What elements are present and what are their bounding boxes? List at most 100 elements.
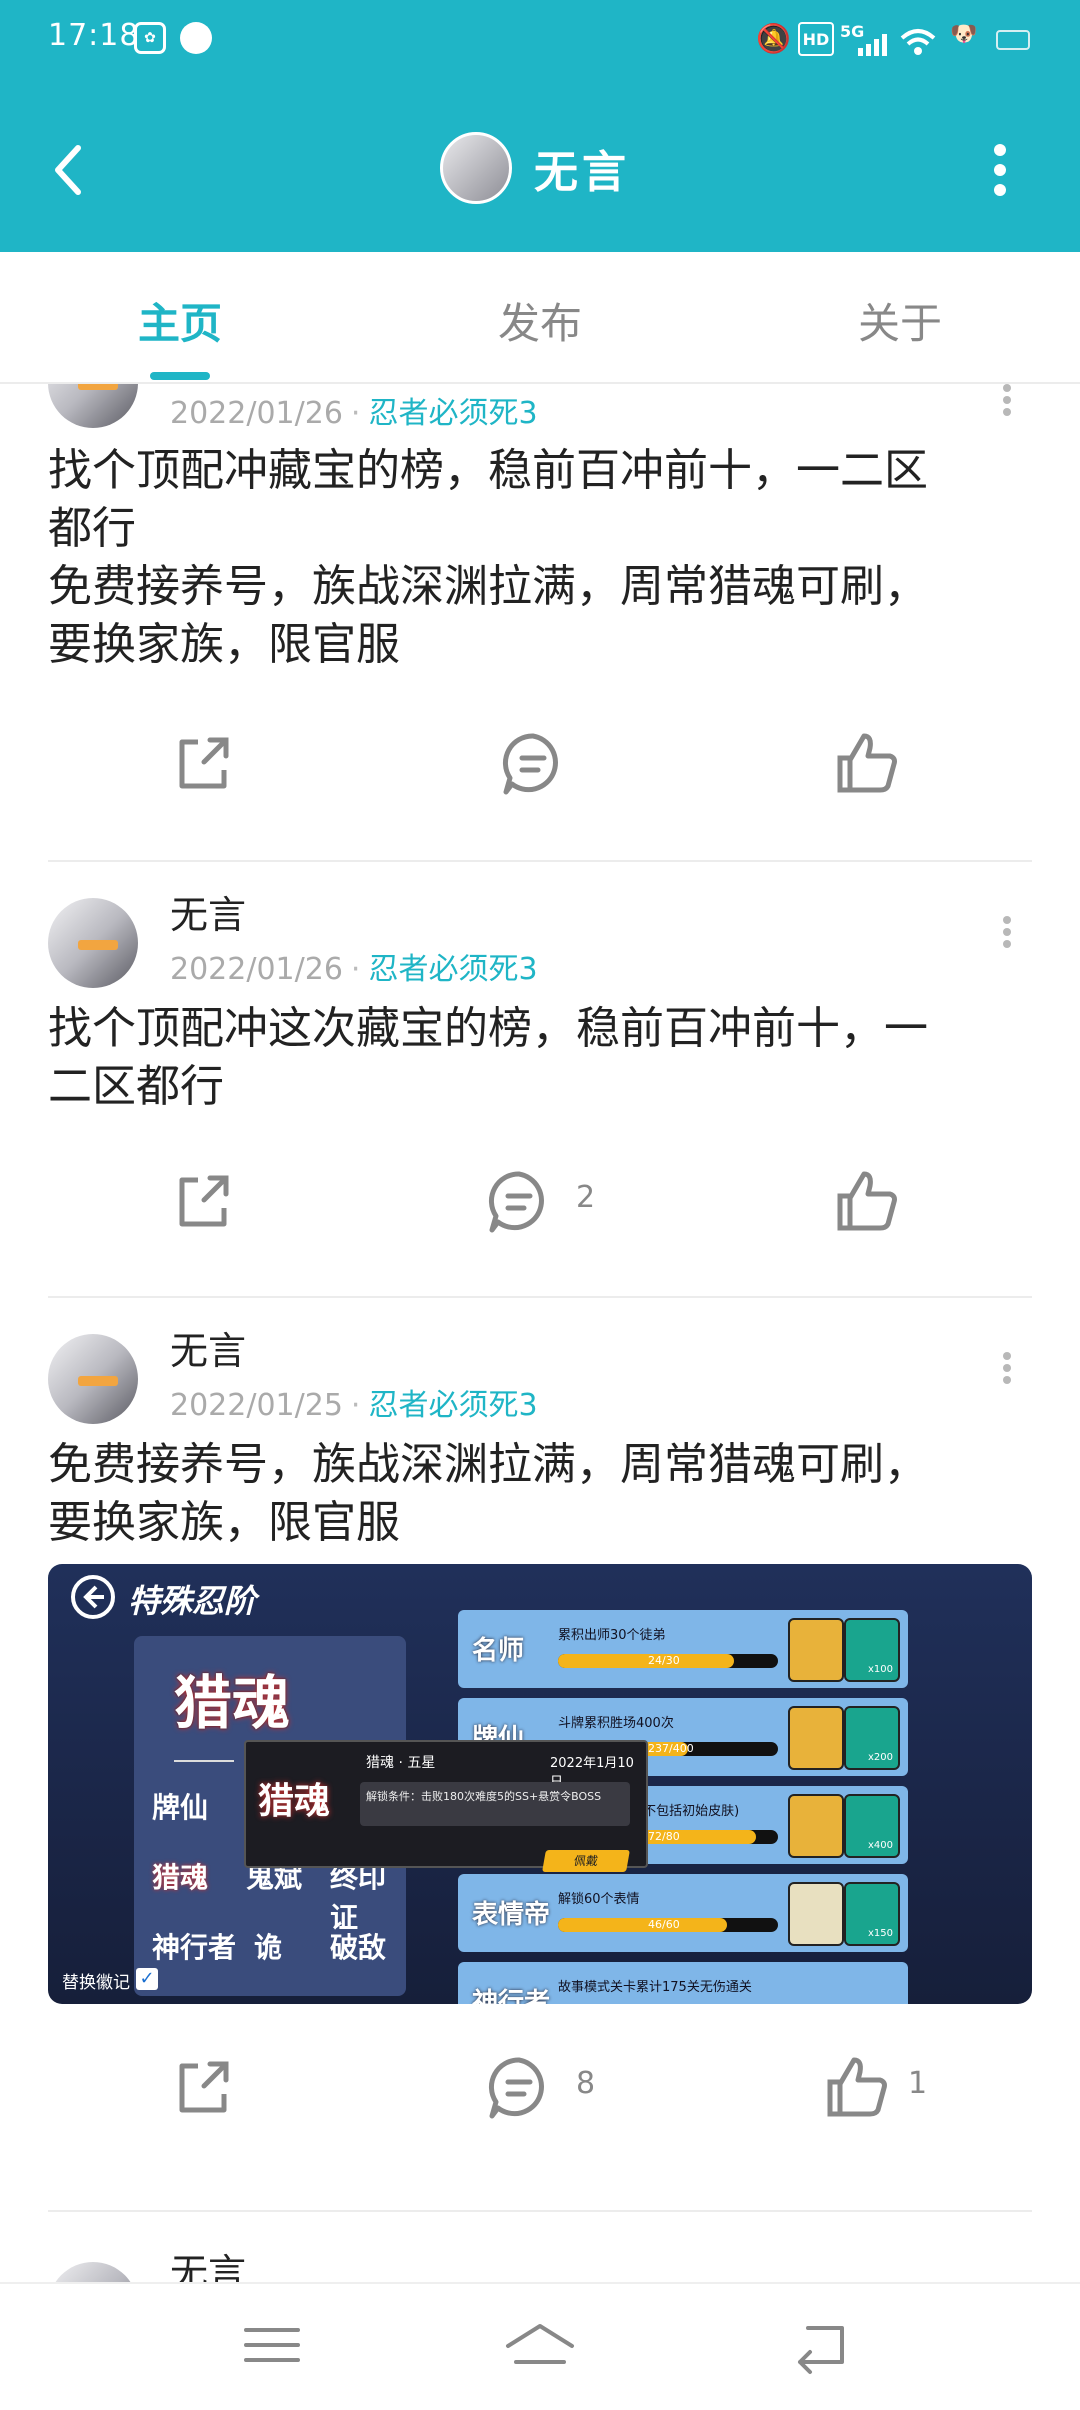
task-badge: 名师: [472, 1636, 525, 1666]
big-badge: 猎魂: [174, 1669, 291, 1737]
task-progress-text: 24/30: [648, 1654, 680, 1667]
chat-app-icon: [180, 22, 212, 54]
app-header: 17:18 ✿ 🔕 HD 5G 🐶 无言: [0, 0, 1080, 252]
tab-posts[interactable]: 发布: [440, 290, 640, 351]
post-text[interactable]: 找个顶配冲这次藏宝的榜，稳前百冲前十，一 二区都行: [48, 1000, 1038, 1116]
return-icon[interactable]: [784, 2310, 864, 2380]
avatar[interactable]: [48, 898, 138, 988]
post-divider: [48, 860, 1032, 862]
share-icon[interactable]: [168, 728, 238, 798]
post-meta: 2022/01/26 · 忍者必须死3: [170, 396, 538, 431]
title-bar: 无言: [0, 110, 1080, 230]
share-icon[interactable]: [168, 2052, 238, 2122]
task-row: 神行者 故事模式关卡累计175关无伤通关: [458, 1962, 908, 2004]
tab-home[interactable]: 主页: [80, 290, 280, 351]
battery-icon: [996, 30, 1030, 50]
task-desc: (不包括初始皮肤): [638, 1804, 740, 1819]
system-nav-bar: [0, 2282, 1080, 2410]
post-text[interactable]: 找个顶配冲藏宝的榜，稳前百冲前十，一二区 都行 免费接养号，族战深渊拉满，周常猎…: [48, 442, 1038, 674]
comment-count: 8: [576, 2066, 596, 2101]
scroll-reward-icon: [788, 1882, 844, 1946]
task-progress-text: 237/400: [648, 1742, 694, 1755]
badge-item: 神行者: [152, 1931, 237, 1964]
status-time: 17:18: [48, 18, 140, 53]
post-date: 2022/01/25: [170, 1388, 343, 1423]
app-notification-icon: ✿: [134, 22, 166, 54]
post-username[interactable]: 无言: [170, 884, 246, 939]
home-icon[interactable]: [500, 2310, 580, 2380]
badge-item: 诡: [254, 1931, 283, 1964]
post-actions: [0, 718, 1080, 808]
replace-badge-label: 替换徽记: [62, 1973, 130, 1993]
reward-count: x200: [868, 1752, 894, 1763]
comment-icon[interactable]: [498, 728, 568, 798]
post-divider: [48, 2210, 1032, 2212]
task-row: 名师 累积出师30个徒弟 24/30 x100: [458, 1610, 908, 1688]
post-meta: 2022/01/26 · 忍者必须死3: [170, 952, 538, 987]
tab-bar: 主页 发布 关于: [0, 252, 1080, 384]
game-back-icon: [71, 1575, 115, 1619]
sticker-icon: 🐶: [950, 22, 978, 47]
avatar[interactable]: [48, 1334, 138, 1424]
active-tab-indicator: [150, 372, 210, 380]
post-divider: [48, 1296, 1032, 1298]
task-desc: 斗牌累积胜场400次: [558, 1716, 674, 1731]
like-icon[interactable]: [822, 2052, 892, 2122]
badge-item: 牌仙: [152, 1791, 209, 1824]
more-vertical-icon[interactable]: [968, 138, 1032, 202]
post-actions: 8 1: [0, 2042, 1080, 2132]
back-arrow-icon[interactable]: [40, 138, 104, 202]
post-image[interactable]: 特殊忍阶 猎魂 牌仙 猎魂 鬼斌 终印证 神行者 诡 破敌 名师 累积出师30个…: [48, 1564, 1032, 2004]
hd-icon: HD: [798, 22, 834, 56]
task-row: 表情帝 解锁60个表情 46/60 x150: [458, 1874, 908, 1952]
post-date: 2022/01/26: [170, 952, 343, 987]
badge-popup: 猎魂 猎魂 · 五星 2022年1月10日 解锁条件：击败180次难度5的SS+…: [244, 1740, 648, 1868]
avatar[interactable]: [440, 132, 512, 204]
popup-badge: 猎魂: [258, 1781, 331, 1822]
popup-condition: 解锁条件：击败180次难度5的SS+悬赏令BOSS: [366, 1790, 602, 1803]
task-progress-text: 46/60: [648, 1918, 680, 1931]
scroll-reward-icon: [788, 1618, 844, 1682]
comment-icon[interactable]: [484, 1166, 554, 1236]
scroll-reward-icon: [788, 1794, 844, 1858]
menu-lines-icon[interactable]: [232, 2310, 312, 2380]
task-desc: 解锁60个表情: [558, 1892, 640, 1907]
tab-about[interactable]: 关于: [800, 290, 1000, 351]
task-badge: 表情帝: [472, 1900, 551, 1930]
post-username[interactable]: 无言: [170, 2242, 246, 2284]
post-actions: 2: [0, 1156, 1080, 1246]
post-meta: 2022/01/25 · 忍者必须死3: [170, 1388, 538, 1423]
post-text[interactable]: 免费接养号，族战深渊拉满，周常猎魂可刷， 要换家族，限官服: [48, 1436, 1038, 1552]
share-icon[interactable]: [168, 1166, 238, 1236]
game-header-title: 特殊忍阶: [128, 1582, 257, 1620]
checkbox-icon: ✓: [136, 1968, 158, 1990]
profile-title[interactable]: 无言: [440, 132, 630, 204]
game-tag[interactable]: 忍者必须死3: [368, 952, 537, 987]
like-icon[interactable]: [832, 1166, 902, 1236]
post-username[interactable]: 无言: [170, 1320, 246, 1375]
badge-divider: [174, 1760, 234, 1762]
popup-title: 猎魂 · 五星: [366, 1755, 436, 1771]
post-more-icon[interactable]: [992, 384, 1022, 424]
reward-count: x400: [868, 1840, 894, 1851]
game-tag[interactable]: 忍者必须死3: [368, 396, 537, 431]
post-feed[interactable]: 2022/01/26 · 忍者必须死3 找个顶配冲藏宝的榜，稳前百冲前十，一二区 都…: [0, 384, 1080, 2284]
avatar[interactable]: [48, 384, 138, 428]
badge-item: 猎魂: [152, 1861, 209, 1894]
game-tag[interactable]: 忍者必须死3: [368, 1388, 537, 1423]
post-more-icon[interactable]: [992, 912, 1022, 956]
comment-count: 2: [576, 1180, 596, 1215]
like-icon[interactable]: [832, 728, 902, 798]
avatar[interactable]: [48, 2262, 138, 2284]
scroll-reward-icon: [788, 1706, 844, 1770]
post-more-icon[interactable]: [992, 1348, 1022, 1392]
badge-item: 终印证: [330, 1861, 387, 1934]
task-badge: 神行者: [472, 1988, 551, 2004]
signal-bars-icon: [858, 34, 887, 56]
wifi-icon: [900, 29, 936, 55]
status-bar: 17:18 ✿ 🔕 HD 5G 🐶: [0, 0, 1080, 80]
mute-icon: 🔕: [756, 22, 791, 55]
comment-icon[interactable]: [484, 2052, 554, 2122]
badge-item: 破敌: [330, 1931, 387, 1964]
post-date: 2022/01/26: [170, 396, 343, 431]
